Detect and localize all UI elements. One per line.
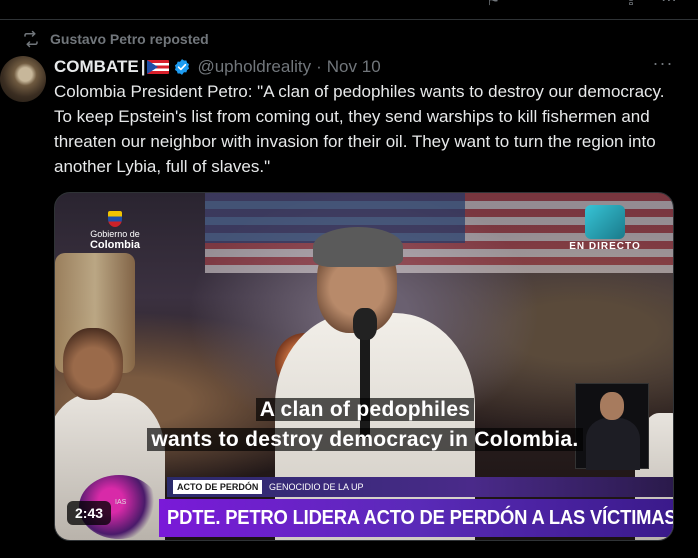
repost-label[interactable]: Gustavo Petro reposted <box>50 31 209 47</box>
header-dot: · <box>316 57 322 76</box>
subtitle-line-2: wants to destroy democracy in Colombia. <box>55 427 673 453</box>
speaker-hair <box>313 227 403 267</box>
post-header: COMBATE | @upholdreality · Nov 10 <box>54 56 381 78</box>
subtitle-text-1: A clan of pedophiles <box>255 398 475 421</box>
lower-third-tag: ACTO DE PERDÓN <box>173 480 263 494</box>
camera-icon <box>585 205 625 239</box>
microphone <box>353 308 377 340</box>
subtitle-line-1: A clan of pedophiles <box>55 397 673 423</box>
subtitle-text-2: wants to destroy democracy in Colombia. <box>147 428 583 451</box>
verified-badge-icon <box>175 59 190 75</box>
share-icon[interactable]: ⇪ <box>622 0 640 10</box>
repost-icon <box>24 30 38 48</box>
more-options-icon[interactable]: ··· <box>652 54 674 76</box>
post-text: Colombia President Petro: "A clan of ped… <box>54 82 665 176</box>
lower-third-headline: PDTE. PETRO LIDERA ACTO DE PERDÓN A LAS … <box>167 507 674 529</box>
channel-logo-text: IAS <box>115 499 127 506</box>
author-handle[interactable]: @upholdreality <box>197 57 311 77</box>
more-icon[interactable]: ⋯ <box>660 0 678 10</box>
live-broadcast-logo: EN DIRECTO <box>565 205 645 252</box>
name-separator: | <box>140 57 146 76</box>
author-avatar[interactable] <box>0 56 46 102</box>
live-label: EN DIRECTO <box>569 241 641 252</box>
author-display-name[interactable]: COMBATE <box>54 57 139 77</box>
puerto-rico-flag-icon <box>147 60 170 74</box>
repost-indicator: Gustavo Petro reposted <box>22 29 209 49</box>
gobierno-de-colombia-logo: Gobierno de Colombia <box>85 211 145 251</box>
lower-third-subtitle: GENOCIDIO DE LA UP <box>269 482 364 492</box>
gov-logo-line2: Colombia <box>89 239 141 251</box>
sign-language-interpreter <box>575 383 649 470</box>
colombia-shield-icon <box>108 211 122 227</box>
video-duration: 2:43 <box>67 501 112 525</box>
video-player[interactable]: Gobierno de Colombia EN DIRECTO A clan o… <box>54 192 674 541</box>
news-lower-third: IAS ACTO DE PERDÓN GENOCIDIO DE LA UP PD… <box>55 473 674 540</box>
musician-left-head <box>63 328 123 400</box>
bookmark-icon[interactable]: ⚑ <box>484 0 502 10</box>
post-date[interactable]: Nov 10 <box>327 57 381 77</box>
gov-logo-line1: Gobierno de <box>90 229 140 239</box>
previous-post-actions: ⚑ ⇪ ⋯ <box>0 0 698 20</box>
